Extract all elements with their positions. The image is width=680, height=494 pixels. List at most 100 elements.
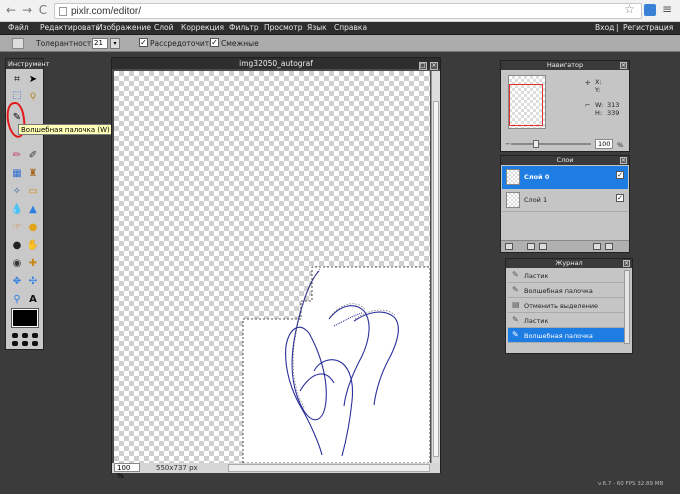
layers-title[interactable]: Слои ×: [501, 156, 629, 165]
navigator-close-icon[interactable]: ×: [620, 62, 627, 69]
tool-tooltip: Волшебная палочка (W): [18, 124, 113, 135]
close-icon[interactable]: ×: [430, 62, 438, 70]
history-label: Волшебная палочка: [524, 332, 593, 340]
history-item[interactable]: ✎ Волшебная палочка: [508, 283, 625, 298]
swatch-grid[interactable]: [12, 333, 38, 347]
layer-mask-icon[interactable]: [527, 243, 535, 250]
color-picker-tool-icon[interactable]: ⚲: [10, 293, 24, 307]
register-link[interactable]: Регистрация: [623, 23, 673, 32]
navigator-panel: Навигатор × ✛ X: Y: ⌐ W: 313 H: 339 − 10…: [500, 60, 630, 152]
zoom-slider-knob[interactable]: [533, 140, 539, 148]
sharpen-tool-icon[interactable]: ▲: [26, 203, 40, 217]
crop-tool-icon[interactable]: ⌗: [10, 73, 24, 87]
back-icon[interactable]: ←: [4, 3, 18, 17]
brush-tool-icon[interactable]: ✐: [26, 149, 40, 163]
browser-menu-icon[interactable]: ≡: [662, 2, 672, 16]
menu-edit[interactable]: Редактировать: [40, 23, 100, 32]
tolerance-dropdown-icon[interactable]: ▾: [110, 38, 120, 49]
delete-layer-icon[interactable]: [605, 243, 613, 250]
type-tool-icon[interactable]: A: [26, 293, 40, 307]
image-canvas[interactable]: [114, 71, 430, 463]
antialias-label: Смежные: [221, 39, 259, 48]
navigator-title[interactable]: Навигатор ×: [501, 61, 629, 70]
history-item[interactable]: ✎ Ластик: [508, 313, 625, 328]
smudge-tool-icon[interactable]: ☞: [10, 221, 24, 235]
browser-toolbar: ← → C pixlr.com/editor/ ☆ ≡: [0, 0, 680, 22]
contiguous-checkbox[interactable]: ✓: [139, 38, 148, 47]
history-close-icon[interactable]: ×: [623, 260, 630, 267]
menu-help[interactable]: Справка: [334, 23, 367, 32]
layer-settings-icon[interactable]: [505, 243, 513, 250]
history-title[interactable]: Журнал ×: [506, 259, 632, 268]
spot-heal-tool-icon[interactable]: ✚: [26, 257, 40, 271]
zoom-field[interactable]: 100 %: [114, 463, 140, 480]
layer-visibility-checkbox[interactable]: ✓: [616, 194, 624, 202]
foreground-color-swatch[interactable]: [11, 308, 39, 328]
navigator-zoom-field[interactable]: 100: [595, 139, 613, 149]
crosshair-icon: ✛: [585, 79, 591, 87]
zoom-out-icon[interactable]: −: [505, 140, 510, 148]
layer-row[interactable]: Слой 0 ✓: [502, 166, 628, 189]
menu-adjustment[interactable]: Коррекция: [181, 23, 224, 32]
layers-close-icon[interactable]: ×: [620, 157, 627, 164]
marquee-tool-icon[interactable]: ⬚: [10, 89, 24, 103]
shape-tool-icon[interactable]: ▭: [26, 185, 40, 199]
eraser-icon: ✎: [512, 315, 519, 324]
navigator-viewport-box[interactable]: [509, 84, 543, 126]
bottom-strip: [0, 487, 680, 494]
vertical-scrollbar[interactable]: [431, 71, 440, 463]
layer-row[interactable]: Слой 1 ✓: [502, 189, 628, 212]
zoom-unit: %: [117, 472, 124, 480]
menu-layer[interactable]: Слой: [154, 23, 174, 32]
gradient-tool-icon[interactable]: ▦: [10, 167, 24, 181]
reload-icon[interactable]: C: [36, 3, 50, 17]
bloat-tool-icon[interactable]: ✥: [10, 275, 24, 289]
forward-icon[interactable]: →: [20, 3, 34, 17]
history-item[interactable]: ✎ Ластик: [508, 268, 625, 283]
pencil-tool-icon[interactable]: ✏: [10, 149, 24, 163]
pinch-tool-icon[interactable]: ✣: [26, 275, 40, 289]
tolerance-label: Толерантность: [36, 39, 96, 48]
nav-h-label: H:: [595, 109, 603, 117]
extension-icon[interactable]: [644, 4, 656, 16]
tolerance-input[interactable]: 21: [92, 38, 108, 49]
blur-tool-icon[interactable]: 💧: [10, 203, 24, 217]
vertical-scroll-thumb[interactable]: [433, 101, 439, 457]
burn-tool-icon[interactable]: ✋: [26, 239, 40, 253]
new-layer-icon[interactable]: [593, 243, 601, 250]
history-scrollbar[interactable]: [624, 270, 630, 344]
zoom-slider[interactable]: [511, 140, 591, 148]
menu-file[interactable]: Файл: [8, 23, 29, 32]
history-item[interactable]: ✎ Волшебная палочка: [508, 328, 625, 343]
history-label: Отменить выделение: [524, 302, 599, 310]
stamp-tool-icon[interactable]: ♜: [26, 167, 40, 181]
color-replace-tool-icon[interactable]: ✧: [10, 185, 24, 199]
menu-view[interactable]: Просмотр: [264, 23, 303, 32]
menu-language[interactable]: Язык: [307, 23, 327, 32]
layer-style-icon[interactable]: [539, 243, 547, 250]
deselect-icon: ▤: [512, 300, 520, 309]
login-link[interactable]: Вход: [595, 23, 614, 32]
menu-image[interactable]: Изображение: [97, 23, 151, 32]
layer-name: Слой 1: [524, 196, 548, 204]
move-tool-icon[interactable]: ➤: [26, 73, 40, 87]
document-title-bar[interactable]: img32050_autograf □ ×: [112, 58, 440, 70]
horizontal-scrollbar[interactable]: [228, 464, 430, 472]
maximize-icon[interactable]: □: [418, 62, 427, 70]
dodge-tool-icon[interactable]: ●: [10, 239, 24, 253]
history-panel: Журнал × ✎ Ластик ✎ Волшебная палочка ▤ …: [505, 258, 633, 354]
red-eye-tool-icon[interactable]: ◉: [10, 257, 24, 271]
layer-visibility-checkbox[interactable]: ✓: [616, 171, 624, 179]
address-bar[interactable]: pixlr.com/editor/: [54, 3, 642, 19]
page-icon: [59, 7, 67, 16]
history-label: Ластик: [524, 272, 549, 280]
lasso-tool-icon[interactable]: ϙ: [26, 89, 40, 103]
history-item[interactable]: ▤ Отменить выделение: [508, 298, 625, 313]
antialias-checkbox[interactable]: ✓: [210, 38, 219, 47]
navigator-title-text: Навигатор: [546, 61, 584, 69]
sponge-tool-icon[interactable]: ●: [26, 221, 40, 235]
menu-filter[interactable]: Фильтр: [229, 23, 259, 32]
navigator-thumbnail[interactable]: [508, 75, 546, 129]
tool-options-bar: Толерантность 21 ▾ ✓ Рассредоточить ✓ См…: [0, 35, 680, 52]
bookmark-star-icon[interactable]: ☆: [624, 2, 635, 16]
